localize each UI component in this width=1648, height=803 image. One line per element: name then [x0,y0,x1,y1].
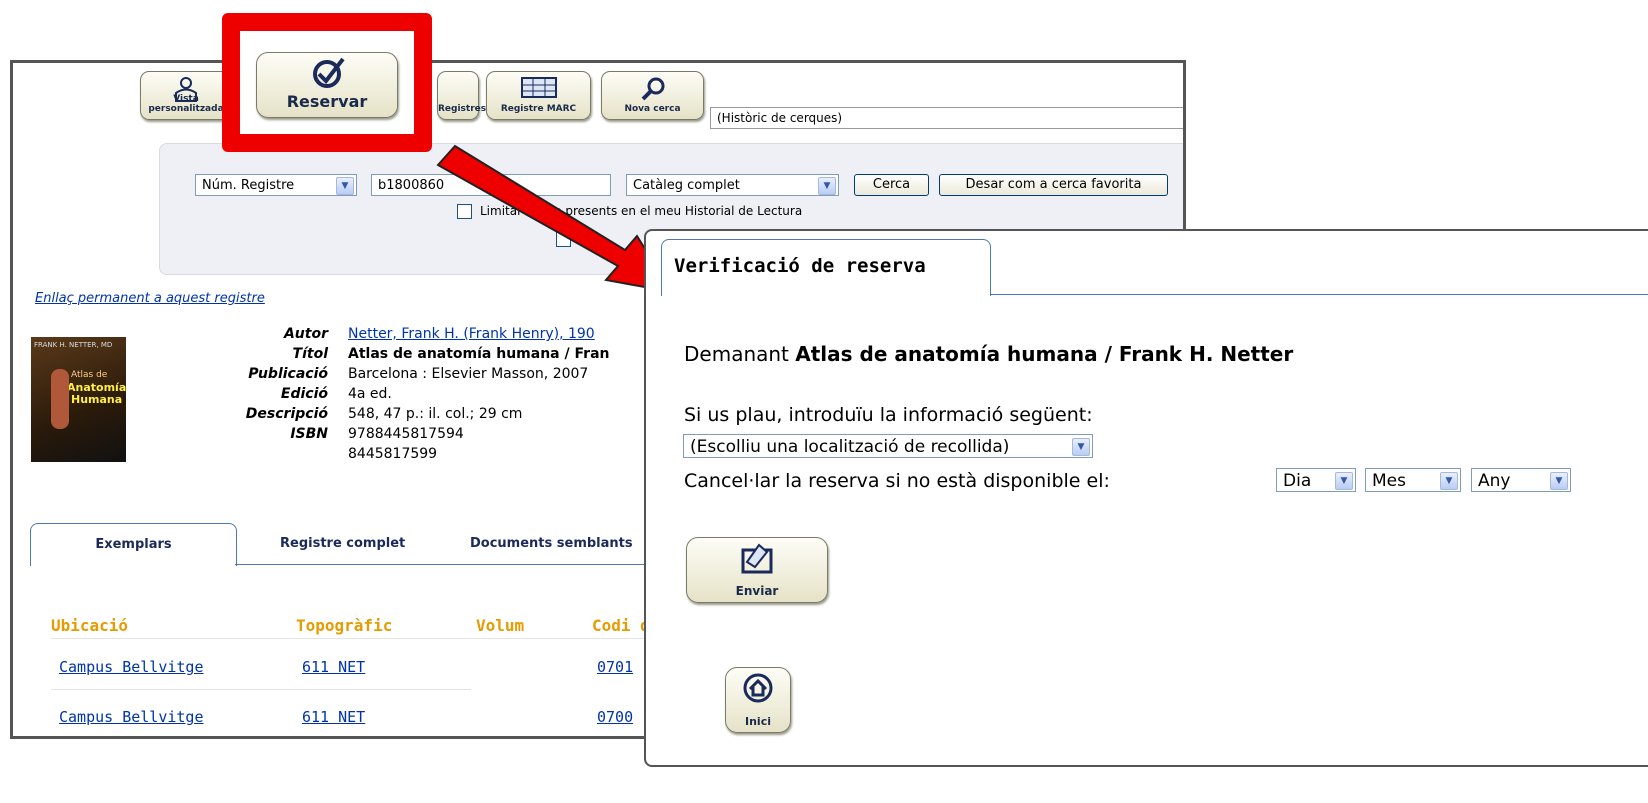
record-row: Autor Netter, Frank H. (Frank Henry), 19… [283,326,595,342]
marc-grid-icon [520,77,557,98]
instructions-text: Si us plau, introduïu la informació segü… [684,404,1093,426]
row-divider [51,689,471,690]
home-button[interactable]: Inici [725,667,791,733]
pickup-location-select[interactable]: (Escolliu una localització de recollida)… [683,434,1093,458]
month-select[interactable]: Mes ▼ [1365,468,1461,492]
row-divider [51,638,651,639]
record-row: Descripció 548, 47 p.: il. col.; 29 cm [245,406,523,422]
nova-cerca-button[interactable]: Nova cerca [601,71,704,120]
tab-exemplars[interactable]: Exemplars [30,523,237,566]
dialog-tab-line [990,294,1648,295]
chevron-down-icon: ▼ [1072,438,1090,456]
requesting-title: Atlas de anatomía humana / Frank H. Nett… [795,342,1294,366]
checkmark-circle-icon [313,57,345,88]
chevron-down-icon: ▼ [818,177,836,195]
column-header-topografic: Topogràfic [296,616,393,635]
submit-button[interactable]: Enviar [686,537,828,603]
author-link[interactable]: Netter, Frank H. (Frank Henry), 190 [348,326,595,342]
location-link[interactable]: Campus Bellvitge [59,708,204,726]
registre-marc-button[interactable]: Registre MARC [486,71,591,120]
barcode-link[interactable]: 0700 [597,708,633,726]
reservar-button[interactable]: Reservar [256,52,398,118]
chevron-down-icon: ▼ [1335,472,1353,490]
call-number-link[interactable]: 611 NET [302,708,365,726]
bibliographic-record: Autor Netter, Frank H. (Frank Henry), 19… [203,326,643,466]
year-select[interactable]: Any ▼ [1471,468,1571,492]
magnifier-icon [641,77,664,101]
requesting-line: Demanant Atlas de anatomía humana / Fran… [684,342,1294,366]
search-button[interactable]: Cerca [854,174,929,196]
home-icon [743,673,773,703]
chevron-down-icon: ▼ [1440,472,1458,490]
record-row: 8445817599 [348,446,438,462]
column-header-ubicacio: Ubicació [51,616,129,635]
book-cover-image: FRANK H. NETTER, MD Atlas de Anatomía Hu… [31,337,126,462]
cancel-date-label: Cancel·lar la reserva si no està disponi… [684,470,1110,492]
location-link[interactable]: Campus Bellvitge [59,658,204,676]
record-row: Publicació Barcelona : Elsevier Masson, … [248,366,589,382]
vista-personalitzada-button[interactable]: Vista personalitzada [140,71,232,120]
record-row: Edició 4a ed. [280,386,392,402]
record-row: ISBN 9788445817594 [290,426,464,442]
chevron-down-icon: ▼ [336,177,354,195]
column-header-volum: Volum [476,616,525,635]
tab-documents-semblants[interactable]: Documents semblants [470,536,633,551]
permalink-link[interactable]: Enllaç permanent a aquest registre [35,291,265,306]
call-number-link[interactable]: 611 NET [302,658,365,676]
column-header-codi: Codi d [592,616,650,635]
day-select[interactable]: Dia ▼ [1276,468,1356,492]
registres-button[interactable]: Registres [437,71,486,120]
chevron-down-icon: ▼ [1550,472,1568,490]
reservation-dialog [644,229,1648,767]
barcode-link[interactable]: 0701 [597,658,633,676]
dialog-title: Verificació de reserva [674,255,926,277]
tab-registre-complet[interactable]: Registre complet [280,536,405,551]
send-hand-icon [741,543,773,574]
search-field-select[interactable]: Núm. Registre ▼ [195,174,357,196]
anatomy-figure-icon [51,369,69,429]
save-favorite-search-button[interactable]: Desar com a cerca favorita [939,174,1168,196]
search-history-select[interactable]: (Històric de cerques) [710,107,1183,129]
record-row: Títol Atlas de anatomía humana / Fran [292,346,610,362]
